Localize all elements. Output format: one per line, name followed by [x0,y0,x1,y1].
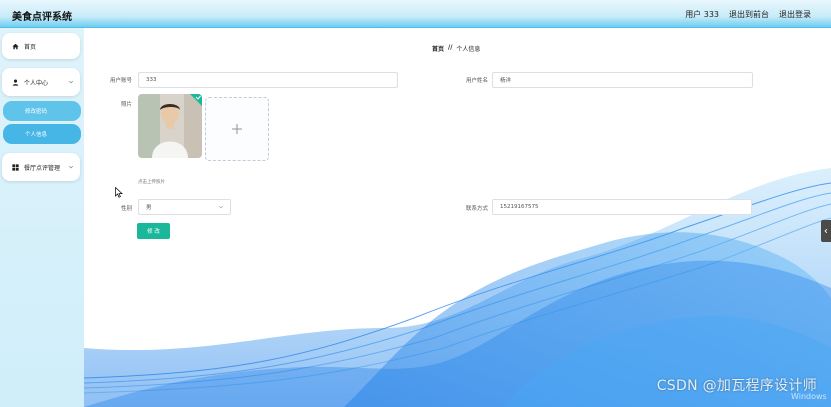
upload-hint: 点击上传照片 [138,180,165,185]
plus-icon [232,124,242,134]
sidebar-item-personal-center[interactable]: 个人中心 [2,68,80,96]
mouse-cursor-icon [115,187,123,198]
sidebar-item-label: 修改密码 [25,109,48,115]
contact-input[interactable]: 15219167575 [492,199,752,215]
sidebar-item-label: 个人信息 [25,132,48,138]
photo-label: 照片 [120,102,132,108]
breadcrumb-current: 个人信息 [456,46,481,53]
check-corner-icon [190,94,202,106]
main-content: 首页 // 个人信息 用户账号 333 用户姓名 杨洋 照片 点击上传照片 性别… [84,28,831,407]
back-to-front-link[interactable]: 退出到前台 [729,9,769,20]
chevron-down-icon [218,205,224,209]
gender-label: 性别 [120,206,132,212]
name-input[interactable]: 杨洋 [492,72,753,88]
sidebar-item-change-password[interactable]: 修改密码 [3,101,81,121]
user-label: 用户 333 [685,10,719,19]
home-icon [11,42,19,50]
gender-select[interactable]: 男 [138,199,231,215]
sidebar-item-label: 餐厅点评管理 [24,164,61,172]
sidebar-item-label: 首页 [24,43,37,51]
name-value: 杨洋 [500,78,512,84]
top-header: 美食点评系统 用户 333 退出到前台 退出登录 [0,0,831,28]
sidebar-item-restaurant-review[interactable]: 餐厅点评管理 [2,153,80,181]
contact-value: 15219167575 [500,204,539,210]
sidebar: 首页 个人中心 修改密码 个人信息 餐厅点评管理 [0,28,84,407]
logout-link[interactable]: 退出登录 [779,9,811,20]
side-toggle-tab[interactable] [821,220,831,242]
header-actions: 用户 333 退出到前台 退出登录 [685,9,811,20]
csdn-watermark: CSDN @加瓦程序设计师 [656,378,817,394]
app-title: 美食点评系统 [12,12,72,23]
sidebar-item-personal-info[interactable]: 个人信息 [3,124,81,144]
modify-button[interactable]: 修 改 [137,223,170,239]
chevron-left-icon [824,228,828,234]
avatar [138,94,202,158]
chevron-down-icon [68,80,74,84]
breadcrumb-home[interactable]: 首页 [432,44,444,53]
upload-photo-button[interactable] [205,97,269,161]
account-value: 333 [146,77,157,83]
chevron-down-icon [68,165,74,169]
grid-icon [11,163,19,171]
breadcrumb-separator: // [448,44,453,51]
contact-label: 联系方式 [465,206,488,212]
sidebar-item-label: 个人中心 [24,79,49,87]
account-label: 用户账号 [109,78,132,84]
gender-value: 男 [146,205,152,211]
account-input[interactable]: 333 [138,72,398,88]
breadcrumb: 首页 // 个人信息 [432,44,480,53]
user-icon [11,78,19,86]
sidebar-item-home[interactable]: 首页 [2,33,80,59]
name-label: 用户姓名 [465,78,488,84]
